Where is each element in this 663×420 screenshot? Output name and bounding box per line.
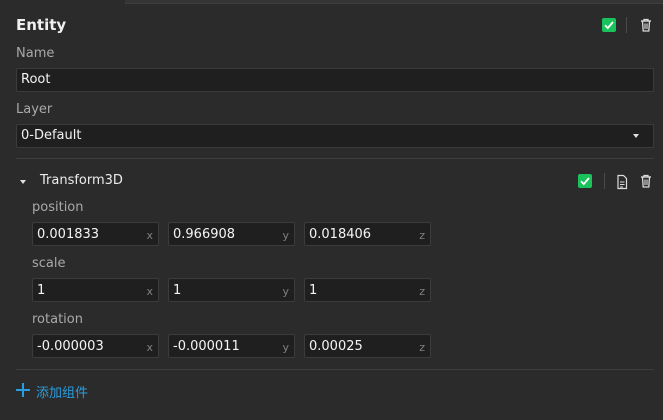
transform-title: Transform3D bbox=[40, 173, 123, 188]
scale-x-value: 1 bbox=[37, 283, 46, 298]
plus-icon bbox=[16, 383, 30, 397]
top-tab-strip bbox=[0, 0, 663, 4]
axis-z-label: z bbox=[419, 229, 425, 242]
header-separator bbox=[626, 17, 627, 33]
position-y-value: 0.966908 bbox=[173, 227, 236, 242]
name-input[interactable]: Root bbox=[16, 68, 654, 92]
axis-x-label: x bbox=[146, 229, 153, 242]
axis-y-label: y bbox=[282, 341, 289, 354]
check-icon bbox=[604, 21, 614, 30]
caret-down-icon bbox=[633, 134, 639, 138]
axis-x-label: x bbox=[146, 285, 153, 298]
transform-component-header[interactable]: Transform3D bbox=[16, 170, 653, 194]
entity-enabled-checkbox[interactable] bbox=[602, 18, 616, 32]
document-icon[interactable] bbox=[614, 174, 630, 190]
rotation-y-value: -0.000011 bbox=[173, 339, 240, 354]
caret-down-icon[interactable] bbox=[20, 180, 26, 184]
axis-y-label: y bbox=[282, 285, 289, 298]
trash-icon[interactable] bbox=[638, 17, 654, 33]
rotation-z-value: 0.00025 bbox=[309, 339, 363, 354]
axis-x-label: x bbox=[146, 341, 153, 354]
trash-icon[interactable] bbox=[638, 173, 654, 189]
rotation-label: rotation bbox=[32, 312, 83, 327]
component-divider bbox=[16, 369, 654, 370]
axis-z-label: z bbox=[419, 341, 425, 354]
position-x-input[interactable]: 0.001833 x bbox=[32, 222, 159, 246]
transform-enabled-checkbox[interactable] bbox=[578, 174, 592, 188]
rotation-x-input[interactable]: -0.000003 x bbox=[32, 334, 159, 358]
axis-y-label: y bbox=[282, 229, 289, 242]
position-z-input[interactable]: 0.018406 z bbox=[304, 222, 431, 246]
axis-z-label: z bbox=[419, 285, 425, 298]
layer-select-value: 0-Default bbox=[21, 128, 82, 143]
section-divider bbox=[16, 158, 654, 159]
position-y-input[interactable]: 0.966908 y bbox=[168, 222, 295, 246]
inactive-tab-area bbox=[125, 0, 663, 4]
component-header-separator bbox=[604, 173, 605, 189]
scale-z-input[interactable]: 1 z bbox=[304, 278, 431, 302]
add-component-label: 添加组件 bbox=[36, 386, 89, 401]
rotation-y-input[interactable]: -0.000011 y bbox=[168, 334, 295, 358]
position-label: position bbox=[32, 200, 84, 215]
rotation-x-value: -0.000003 bbox=[37, 339, 104, 354]
position-z-value: 0.018406 bbox=[309, 227, 372, 242]
name-label: Name bbox=[16, 46, 55, 61]
scale-z-value: 1 bbox=[309, 283, 318, 298]
check-icon bbox=[580, 177, 590, 186]
scale-y-value: 1 bbox=[173, 283, 182, 298]
layer-label: Layer bbox=[16, 102, 53, 117]
active-tab-area bbox=[0, 0, 125, 4]
entity-header: Entity bbox=[16, 14, 653, 38]
scale-y-input[interactable]: 1 y bbox=[168, 278, 295, 302]
entity-title: Entity bbox=[16, 16, 67, 34]
scale-label: scale bbox=[32, 256, 66, 271]
scale-x-input[interactable]: 1 x bbox=[32, 278, 159, 302]
rotation-z-input[interactable]: 0.00025 z bbox=[304, 334, 431, 358]
position-x-value: 0.001833 bbox=[37, 227, 100, 242]
layer-select[interactable]: 0-Default bbox=[16, 124, 654, 148]
